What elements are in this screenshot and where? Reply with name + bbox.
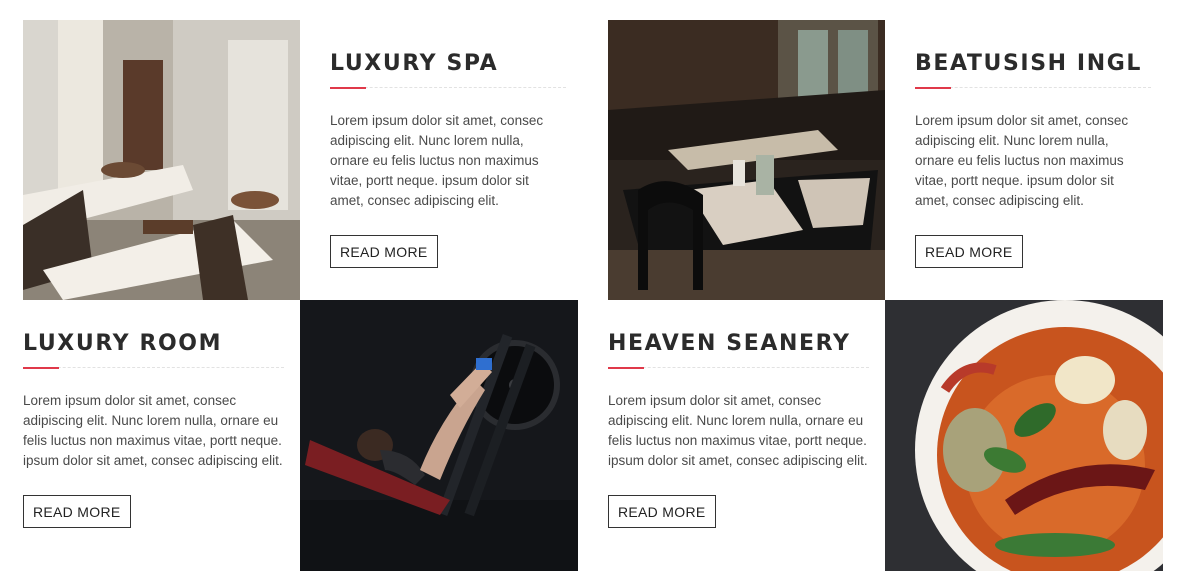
card-description: Lorem ipsum dolor sit amet, consec adipi…: [608, 393, 868, 468]
gym-leg-press-photo: [300, 300, 578, 571]
restaurant-interior-photo: [608, 20, 885, 300]
card-luxury-room: LUXURY ROOM Lorem ipsum dolor sit amet, …: [23, 300, 300, 571]
title-divider: [23, 367, 284, 369]
spa-room-photo: [23, 20, 300, 300]
title-divider: [915, 87, 1151, 89]
read-more-button[interactable]: READ MORE: [23, 495, 131, 528]
card-luxury-spa: LUXURY SPA Lorem ipsum dolor sit amet, c…: [300, 20, 578, 300]
card-title: HEAVEN SEANERY: [608, 331, 851, 356]
card-title: LUXURY ROOM: [23, 331, 223, 356]
card-description: Lorem ipsum dolor sit amet, consec adipi…: [330, 113, 544, 208]
title-divider: [330, 87, 566, 89]
read-more-button[interactable]: READ MORE: [915, 235, 1023, 268]
card-description: Lorem ipsum dolor sit amet, consec adipi…: [23, 393, 283, 468]
card-heaven-seanery: HEAVEN SEANERY Lorem ipsum dolor sit ame…: [608, 300, 885, 571]
read-more-button[interactable]: READ MORE: [330, 235, 438, 268]
feature-grid: LUXURY SPA Lorem ipsum dolor sit amet, c…: [23, 20, 1163, 571]
card-title: LUXURY SPA: [330, 51, 499, 76]
curry-bowl-photo: [885, 300, 1163, 571]
card-description: Lorem ipsum dolor sit amet, consec adipi…: [915, 113, 1129, 208]
read-more-button[interactable]: READ MORE: [608, 495, 716, 528]
title-divider: [608, 367, 869, 369]
card-title: BEATUSISH INGL: [915, 51, 1143, 76]
card-beatusish-ingl: BEATUSISH INGL Lorem ipsum dolor sit ame…: [885, 20, 1163, 300]
